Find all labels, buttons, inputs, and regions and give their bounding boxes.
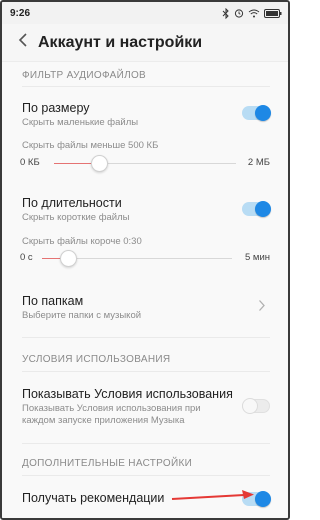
- chevron-right-icon: [258, 299, 266, 317]
- section-header-terms: УСЛОВИЯ ИСПОЛЬЗОВАНИЯ: [22, 354, 171, 365]
- by-size-slider-thumb[interactable]: [91, 155, 108, 172]
- section-header-audio-filter: ФИЛЬТР АУДИОФАЙЛОВ: [22, 70, 146, 81]
- toggle-knob: [255, 105, 271, 121]
- recommendations-title: Получать рекомендации: [22, 491, 165, 505]
- by-size-toggle[interactable]: [242, 105, 271, 121]
- show-terms-subtitle-line2: каждом запуске приложения Музыка: [22, 415, 185, 426]
- wifi-icon: [248, 9, 260, 18]
- divider: [22, 443, 270, 444]
- by-folders-title: По папкам: [22, 294, 84, 308]
- by-duration-slider-max: 5 мин: [244, 252, 270, 263]
- divider: [22, 371, 270, 372]
- app-header: Аккаунт и настройки: [2, 24, 288, 62]
- show-terms-toggle[interactable]: [242, 398, 270, 414]
- divider: [22, 337, 270, 338]
- toggle-knob: [255, 201, 271, 217]
- by-duration-toggle[interactable]: [242, 201, 271, 217]
- by-duration-slider-caption: Скрыть файлы короче 0:30: [22, 236, 142, 247]
- bluetooth-icon: [222, 7, 230, 19]
- by-size-slider-caption: Скрыть файлы меньше 500 КБ: [22, 140, 159, 151]
- by-folders-subtitle: Выберите папки с музыкой: [22, 310, 142, 321]
- page-title: Аккаунт и настройки: [38, 33, 203, 51]
- back-button[interactable]: [8, 24, 38, 62]
- by-duration-subtitle: Скрыть короткие файлы: [22, 212, 130, 223]
- status-icons: [222, 7, 282, 19]
- by-size-subtitle: Скрыть маленькие файлы: [22, 117, 139, 128]
- status-bar: 9:26: [2, 2, 288, 24]
- divider: [22, 86, 270, 87]
- status-time: 9:26: [10, 7, 31, 19]
- by-size-title: По размеру: [22, 101, 90, 115]
- section-header-advanced: ДОПОЛНИТЕЛЬНЫЕ НАСТРОЙКИ: [22, 458, 193, 469]
- divider: [22, 475, 270, 476]
- by-size-slider[interactable]: 0 КБ 2 МБ: [20, 153, 270, 173]
- by-duration-slider-min: 0 с: [20, 252, 33, 263]
- back-arrow-icon: [17, 32, 29, 53]
- alarm-icon: [234, 8, 244, 18]
- battery-icon: [264, 8, 282, 18]
- by-size-slider-max: 2 МБ: [247, 157, 270, 168]
- settings-list: ФИЛЬТР АУДИОФАЙЛОВ По размеру Скрыть мал…: [2, 62, 288, 518]
- annotation-arrow-icon: [171, 490, 254, 500]
- by-duration-title: По длительности: [22, 196, 122, 210]
- toggle-knob: [242, 398, 258, 414]
- by-size-slider-min: 0 КБ: [20, 157, 40, 168]
- show-terms-title: Показывать Условия использования: [22, 387, 233, 401]
- by-folders-row[interactable]: По папкам Выберите папки с музыкой: [2, 284, 288, 334]
- show-terms-subtitle-line1: Показывать Условия использования при: [22, 403, 201, 414]
- phone-screen: 9:26 Аккаунт и настройки ФИЛЬТР АУДИОФАЙ…: [0, 0, 290, 520]
- by-duration-slider-thumb[interactable]: [60, 250, 77, 267]
- by-duration-slider[interactable]: 0 с 5 мин: [20, 248, 270, 268]
- toggle-knob: [255, 491, 271, 507]
